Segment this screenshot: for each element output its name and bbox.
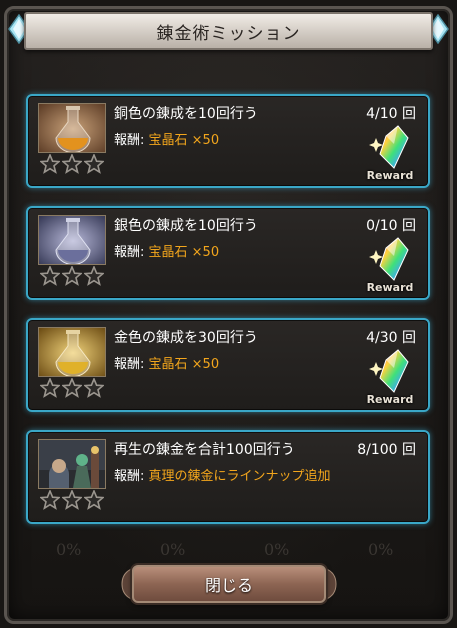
background-percent-label: 0% xyxy=(56,540,82,559)
close-button[interactable]: 閉じる xyxy=(132,565,326,603)
star-icon xyxy=(84,490,104,510)
star-icon xyxy=(84,154,104,174)
mission-card[interactable]: 銅色の錬成を10回行う 4/10 回 報酬: 宝晶石 ×50 Reward xyxy=(26,94,430,188)
mission-title: 銀色の錬成を10回行う xyxy=(114,218,258,234)
reward-value: 宝晶石 ×50 xyxy=(148,245,220,260)
mission-title: 再生の錬金を合計100回行う xyxy=(114,442,295,458)
mission-progress: 8/100 回 xyxy=(357,442,416,458)
reward-badge-label: Reward xyxy=(366,169,414,182)
background-percent-label: 0% xyxy=(264,540,290,559)
dialog-title-bar: 錬金術ミッション xyxy=(24,12,433,50)
mission-progress: 0/10 回 xyxy=(366,218,416,234)
star-icon xyxy=(40,154,60,174)
reward-value: 宝晶石 ×50 xyxy=(148,133,220,148)
reward-crystal-icon[interactable]: Reward xyxy=(364,124,416,182)
background-percent-label: 0% xyxy=(368,540,394,559)
reward-badge-label: Reward xyxy=(366,281,414,294)
star-icon xyxy=(62,154,82,174)
reward-label: 報酬: xyxy=(114,245,145,260)
mission-reward: 報酬: 真理の錬金にラインナップ追加 xyxy=(114,465,331,484)
star-icon xyxy=(40,490,60,510)
reward-crystal-icon[interactable]: Reward xyxy=(364,236,416,294)
regeneration-alchemy-thumbnail xyxy=(38,439,106,489)
reward-value: 真理の錬金にラインナップ追加 xyxy=(148,469,331,484)
mission-progress: 4/30 回 xyxy=(366,330,416,346)
silver-potion-thumbnail xyxy=(38,215,106,265)
mission-card[interactable]: 金色の錬成を30回行う 4/30 回 報酬: 宝晶石 ×50 Reward xyxy=(26,318,430,412)
star-rating xyxy=(40,266,104,286)
mission-reward: 報酬: 宝晶石 ×50 xyxy=(114,129,219,148)
star-rating xyxy=(40,490,104,510)
reward-label: 報酬: xyxy=(114,469,145,484)
reward-crystal-icon[interactable]: Reward xyxy=(364,348,416,406)
star-icon xyxy=(84,378,104,398)
star-icon xyxy=(62,266,82,286)
mission-card[interactable]: 再生の錬金を合計100回行う 8/100 回 報酬: 真理の錬金にラインナップ追… xyxy=(26,430,430,524)
star-icon xyxy=(40,378,60,398)
star-icon xyxy=(40,266,60,286)
star-rating xyxy=(40,378,104,398)
star-icon xyxy=(62,378,82,398)
reward-label: 報酬: xyxy=(114,357,145,372)
star-icon xyxy=(62,490,82,510)
mission-title: 銅色の錬成を10回行う xyxy=(114,106,258,122)
mission-reward: 報酬: 宝晶石 ×50 xyxy=(114,241,219,260)
background-percent-label: 0% xyxy=(160,540,186,559)
mission-progress: 4/10 回 xyxy=(366,106,416,122)
dialog-title: 錬金術ミッション xyxy=(156,23,301,44)
star-rating xyxy=(40,154,104,174)
mission-reward: 報酬: 宝晶石 ×50 xyxy=(114,353,219,372)
reward-value: 宝晶石 ×50 xyxy=(148,357,220,372)
mission-card[interactable]: 銀色の錬成を10回行う 0/10 回 報酬: 宝晶石 ×50 Reward xyxy=(26,206,430,300)
mission-title: 金色の錬成を30回行う xyxy=(114,330,258,346)
reward-label: 報酬: xyxy=(114,133,145,148)
gold-potion-thumbnail xyxy=(38,327,106,377)
reward-badge-label: Reward xyxy=(366,393,414,406)
copper-potion-thumbnail xyxy=(38,103,106,153)
button-ornament-icon xyxy=(324,568,337,600)
close-button-label: 閉じる xyxy=(204,576,253,595)
star-icon xyxy=(84,266,104,286)
